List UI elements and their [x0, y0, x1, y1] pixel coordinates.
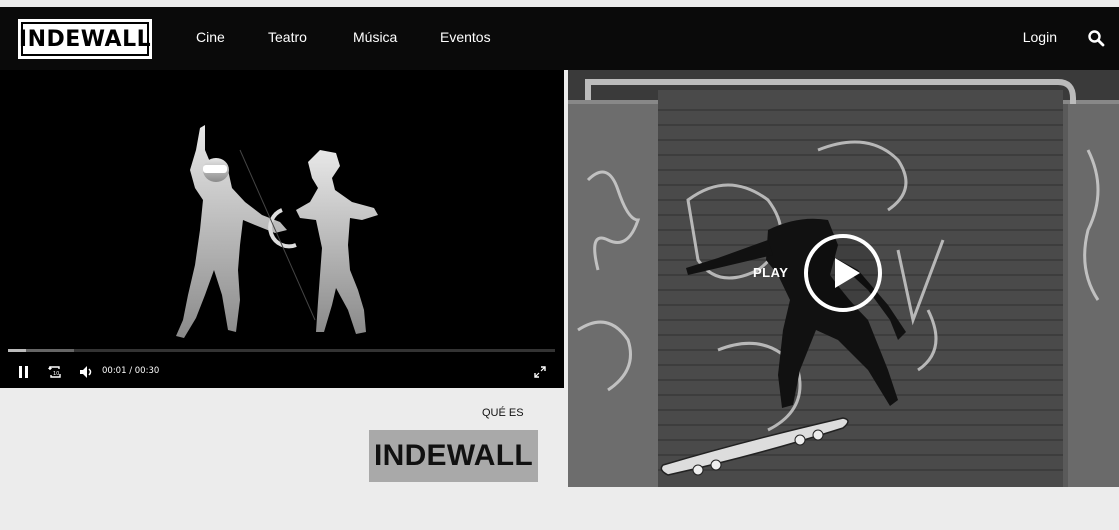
replay-10-icon[interactable]: 10	[46, 360, 64, 384]
play-label[interactable]: PLAY	[753, 265, 788, 280]
video-controls: 10 00:01 / 00:30	[0, 360, 564, 384]
volume-icon[interactable]	[78, 360, 96, 384]
video-progress-bar[interactable]	[8, 349, 555, 352]
video-player[interactable]: 10 00:01 / 00:30	[0, 70, 564, 388]
nav-item-eventos[interactable]: Eventos	[440, 29, 491, 45]
video-progress-fill	[8, 349, 27, 352]
nav-item-cine[interactable]: Cine	[196, 29, 225, 45]
play-icon[interactable]	[803, 233, 883, 313]
fullscreen-icon[interactable]	[532, 360, 548, 384]
featured-video-thumbnail[interactable]: PLAY	[568, 70, 1119, 487]
svg-text:10: 10	[53, 371, 59, 377]
nav-item-teatro[interactable]: Teatro	[268, 29, 307, 45]
login-link[interactable]: Login	[1023, 29, 1057, 45]
search-icon[interactable]	[1087, 29, 1105, 47]
nav-item-musica[interactable]: Música	[353, 29, 397, 45]
dancers-video-frame	[176, 125, 378, 338]
brand-logo-text: INDEWALL	[18, 26, 152, 52]
pause-icon[interactable]	[16, 360, 32, 384]
video-time-display: 00:01 / 00:30	[102, 366, 160, 376]
top-strip	[0, 0, 1119, 7]
about-title: INDEWALL	[369, 430, 538, 482]
navbar: INDEWALL Cine Teatro Música Eventos Logi…	[0, 7, 1119, 70]
brand-logo[interactable]: INDEWALL	[18, 19, 152, 59]
about-eyebrow: QUÉ ES	[482, 407, 524, 419]
